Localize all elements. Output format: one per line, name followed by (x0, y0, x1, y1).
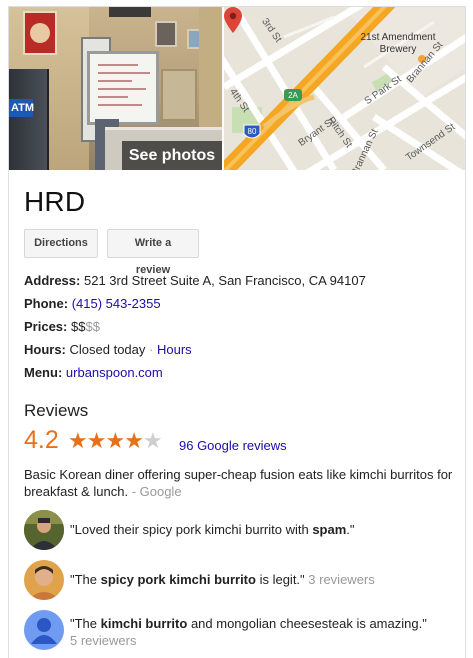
business-name: HRD (24, 186, 86, 217)
location-pin-icon[interactable] (224, 7, 242, 33)
person-photo-icon (24, 510, 64, 550)
snippet-text: and mongolian cheesesteak is amazing." (187, 616, 427, 631)
review-snippet: "The spicy pork kimchi burrito is legit.… (24, 560, 454, 602)
rating-value: 4.2 (24, 426, 59, 454)
phone-link[interactable]: (415) 543-2355 (72, 296, 161, 311)
photo-whiteboard (87, 51, 159, 125)
person-photo-icon (24, 560, 64, 600)
snippet-quote: "The spicy pork kimchi burrito is legit.… (70, 572, 375, 587)
reviewer-avatar[interactable] (24, 510, 64, 550)
snippet-quote: "Loved their spicy pork kimchi burrito w… (70, 522, 355, 537)
media-strip: ATM See photos 2A 80 3rd St 4th St Bryan… (9, 7, 465, 170)
price-level-active: $$ (71, 319, 86, 334)
prices-label: Prices: (24, 319, 68, 334)
map-place-label: 21st Amendment Brewery (354, 32, 442, 56)
phone-row: Phone: (415) 543-2355 (24, 296, 161, 311)
photo-frame (109, 7, 151, 17)
snippet-highlight: spicy pork kimchi burrito (100, 572, 256, 587)
address-value: 521 3rd Street Suite A, San Francisco, C… (83, 273, 366, 288)
atm-label: ATM (9, 99, 34, 117)
star-filled-icon: ★ (124, 428, 144, 453)
star-filled-icon: ★ (68, 428, 88, 453)
photo-sign (23, 11, 57, 55)
snippet-highlight: kimchi burrito (100, 616, 188, 631)
snippet-text: ." (346, 522, 355, 537)
hours-separator: · (149, 342, 154, 357)
photo-atm (9, 69, 49, 170)
reviewer-avatar[interactable] (24, 610, 64, 650)
snippet-text: "The (70, 616, 101, 631)
default-user-icon (24, 610, 64, 650)
menu-row: Menu: urbanspoon.com (24, 365, 163, 380)
description-text: Basic Korean diner offering super-cheap … (24, 467, 453, 499)
snippet-text: "Loved their spicy pork kimchi burrito w… (70, 522, 313, 537)
snippet-text: "The (70, 572, 101, 587)
prices-row: Prices: $$$$ (24, 319, 100, 334)
phone-label: Phone: (24, 296, 69, 311)
menu-link[interactable]: urbanspoon.com (66, 365, 163, 380)
hours-label: Hours: (24, 342, 66, 357)
star-empty-icon: ★ (142, 428, 163, 453)
hours-status: Closed today (69, 342, 146, 357)
menu-label: Menu: (24, 365, 63, 380)
place-name-line2: Brewery (379, 44, 417, 55)
reviewer-avatar[interactable] (24, 560, 64, 600)
snippet-quote: "The kimchi burrito and mongolian cheese… (70, 616, 427, 631)
star-filled-icon: ★ (105, 428, 125, 453)
review-snippet: "Loved their spicy pork kimchi burrito w… (24, 510, 454, 552)
knowledge-panel: ATM See photos 2A 80 3rd St 4th St Bryan… (8, 6, 466, 658)
hours-row: Hours: Closed today · Hours (24, 342, 192, 357)
route-shield-label: 2A (288, 91, 298, 100)
star-filled-icon: ★ (86, 428, 107, 453)
photo-shelf (161, 69, 197, 121)
photo-poster (155, 21, 177, 47)
snippet-highlight: spam (312, 522, 347, 537)
description-source: - Google (131, 484, 182, 499)
business-description: Basic Korean diner offering super-cheap … (24, 466, 456, 500)
price-level-inactive: $$ (85, 319, 100, 334)
see-photos-button[interactable]: See photos (122, 141, 222, 170)
star-rating: ★★★★★ (68, 428, 163, 454)
business-photo[interactable]: ATM See photos (9, 7, 222, 170)
address-label: Address: (24, 273, 81, 288)
location-map[interactable]: 2A 80 3rd St 4th St Bryant St Ritch St B… (224, 7, 465, 170)
hours-link[interactable]: Hours (157, 342, 192, 357)
address-row: Address: 521 3rd Street Suite A, San Fra… (24, 273, 366, 288)
google-reviews-link[interactable]: 96 Google reviews (179, 438, 287, 453)
place-name-line1: 21st Amendment (360, 32, 436, 43)
highway-shield-label: 80 (248, 127, 257, 136)
snippet-reviewer-count: 5 reviewers (70, 633, 137, 648)
directions-button[interactable]: Directions (24, 229, 98, 258)
review-snippet: "The kimchi burrito and mongolian cheese… (24, 610, 454, 652)
snippet-text: is legit." (255, 572, 305, 587)
reviews-heading: Reviews (24, 401, 89, 420)
write-review-button[interactable]: Write a review (107, 229, 199, 276)
snippet-reviewer-count: 3 reviewers (308, 572, 375, 587)
